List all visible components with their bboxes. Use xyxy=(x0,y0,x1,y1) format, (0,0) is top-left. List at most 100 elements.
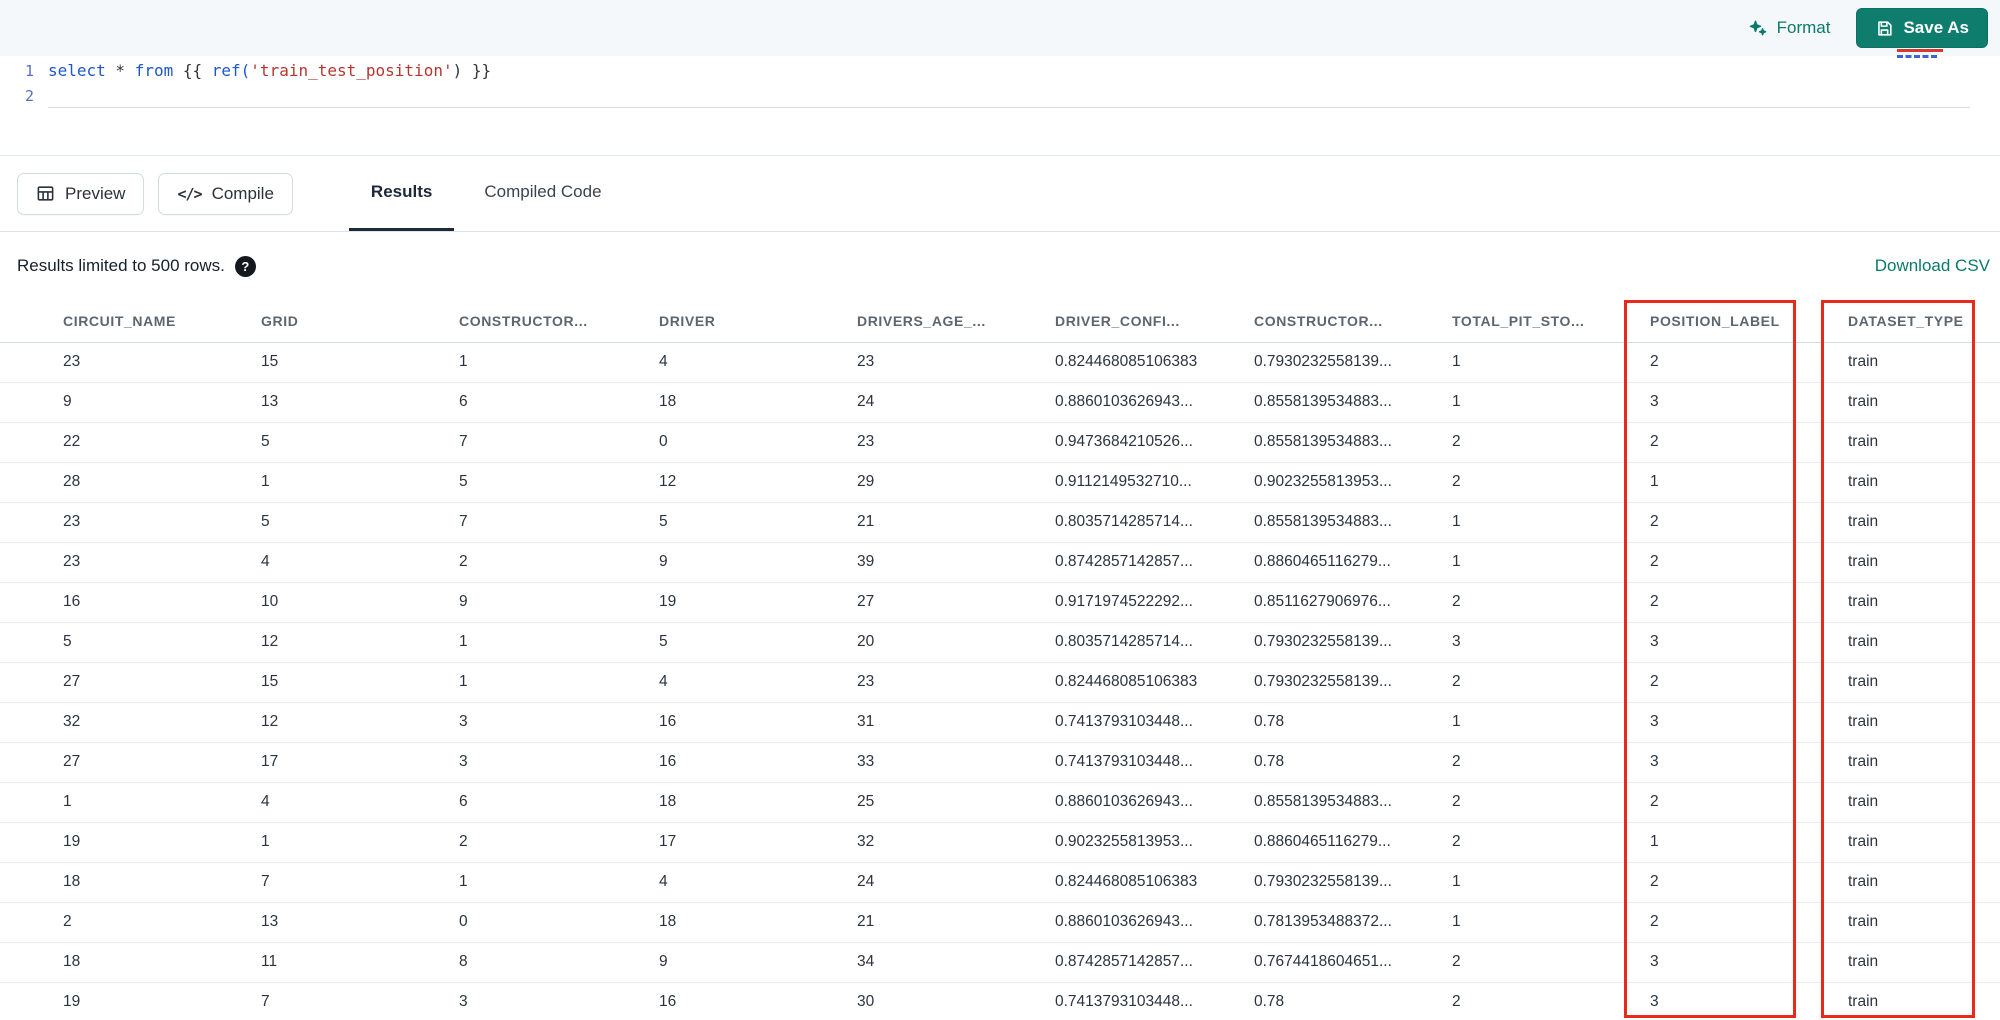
help-icon[interactable]: ? xyxy=(234,255,256,277)
code-line-1[interactable]: 1 select * from {{ ref('train_test_posit… xyxy=(0,58,2000,83)
line-number-2: 2 xyxy=(24,86,34,105)
table-cell: 1 xyxy=(261,822,459,863)
table-cell: 3 xyxy=(1650,622,1848,663)
table-header-row: CIRCUIT_NAME GRID CONSTRUCTOR... DRIVER DRIV… xyxy=(0,300,2000,343)
download-csv-link[interactable]: Download CSV xyxy=(1875,256,1990,276)
table-cell: 2 xyxy=(0,902,261,943)
table-cell: 2 xyxy=(1452,662,1650,703)
table-cell: 7 xyxy=(459,422,659,463)
table-cell: 10 xyxy=(261,582,459,623)
table-cell: 18 xyxy=(0,942,261,983)
code-token: * xyxy=(105,61,135,80)
table-cell: 8 xyxy=(459,942,659,983)
table-cell: 3 xyxy=(459,702,659,743)
tab-results[interactable]: Results xyxy=(348,156,455,231)
table-cell: 19 xyxy=(659,582,857,623)
table-cell: 9 xyxy=(459,582,659,623)
table-cell: 0.8742857142857... xyxy=(1055,942,1254,983)
table-cell: 3 xyxy=(1452,622,1650,663)
table-cell: 2 xyxy=(459,542,659,583)
column-header: GRID xyxy=(261,300,459,343)
table-cell: 3 xyxy=(1650,942,1848,983)
table-cell: 27 xyxy=(857,582,1055,623)
table-cell: 4 xyxy=(659,662,857,703)
table-cell: 16 xyxy=(659,742,857,783)
table-cell: 5 xyxy=(659,502,857,543)
table-cell: 2 xyxy=(1650,902,1848,943)
format-button[interactable]: Format xyxy=(1748,18,1831,38)
table-cell: 12 xyxy=(659,462,857,503)
column-header: DRIVER xyxy=(659,300,857,343)
table-cell: 13 xyxy=(261,902,459,943)
table-cell: 2 xyxy=(1452,982,1650,1020)
table-cell: 3 xyxy=(1650,742,1848,783)
table-cell: 16 xyxy=(659,982,857,1020)
code-token: {{ xyxy=(173,61,212,80)
save-icon xyxy=(1875,19,1894,38)
table-cell: 24 xyxy=(857,382,1055,423)
action-buttons: Preview </> Compile xyxy=(17,156,293,231)
code-line-2-content[interactable] xyxy=(48,83,1970,108)
table-cell: 0.8035714285714... xyxy=(1055,502,1254,543)
table-cell: 15 xyxy=(261,662,459,703)
table-cell: 4 xyxy=(659,342,857,383)
table-cell: 7 xyxy=(261,982,459,1020)
table-cell: train xyxy=(1848,582,2000,623)
table-cell: train xyxy=(1848,502,2000,543)
table-row: 9 13 6 18 24 0.8860103626943... 0.855813953488… xyxy=(0,382,2000,423)
table-cell: 2 xyxy=(1650,782,1848,823)
table-cell: 1 xyxy=(459,862,659,903)
table-cell: 4 xyxy=(261,782,459,823)
table-cell: 0.7413793103448... xyxy=(1055,702,1254,743)
table-cell: 3 xyxy=(459,742,659,783)
table-cell: 2 xyxy=(1650,582,1848,623)
dbt-sql-editor: Format Save As 1 select * from {{ ref('t… xyxy=(0,0,2000,1020)
table-cell: 1 xyxy=(1650,822,1848,863)
sparkles-icon xyxy=(1748,18,1768,38)
table-cell: 0.7930232558139... xyxy=(1254,862,1452,903)
table-cell: 0.8035714285714... xyxy=(1055,622,1254,663)
table-cell: 20 xyxy=(857,622,1055,663)
compile-button[interactable]: </> Compile xyxy=(158,172,293,215)
table-cell: 22 xyxy=(0,422,261,463)
table-cell: train xyxy=(1848,822,2000,863)
table-cell: 6 xyxy=(459,782,659,823)
tab-compiled-code[interactable]: Compiled Code xyxy=(462,156,623,231)
table-cell: 2 xyxy=(1650,862,1848,903)
table-cell: 18 xyxy=(659,902,857,943)
table-cell: 4 xyxy=(659,862,857,903)
sql-code-editor[interactable]: 1 select * from {{ ref('train_test_posit… xyxy=(0,56,2000,156)
column-header: CONSTRUCTOR... xyxy=(1254,300,1452,343)
table-cell: 39 xyxy=(857,542,1055,583)
tabs: Results Compiled Code xyxy=(348,156,624,231)
table-cell: 23 xyxy=(0,502,261,543)
table-cell: train xyxy=(1848,982,2000,1020)
save-as-button[interactable]: Save As xyxy=(1856,8,1988,48)
table-cell: 0.8860465116279... xyxy=(1254,542,1452,583)
table-cell: 16 xyxy=(0,582,261,623)
preview-label: Preview xyxy=(65,183,126,203)
table-cell: 1 xyxy=(1452,862,1650,903)
table-cell: 0.8558139534883... xyxy=(1254,502,1452,543)
table-cell: 1 xyxy=(459,342,659,383)
preview-button[interactable]: Preview xyxy=(17,172,145,215)
table-cell: 2 xyxy=(1650,542,1848,583)
table-cell: train xyxy=(1848,862,2000,903)
table-cell: 0.7930232558139... xyxy=(1254,662,1452,703)
table-cell: 7 xyxy=(459,502,659,543)
table-cell: 0.8860103626943... xyxy=(1055,382,1254,423)
code-line-2[interactable]: 2 xyxy=(0,83,2000,108)
table-row: 1 4 6 18 25 0.8860103626943... 0.8558139534883… xyxy=(0,782,2000,823)
format-label: Format xyxy=(1776,18,1831,37)
table-cell: 0.7413793103448... xyxy=(1055,982,1254,1020)
table-cell: train xyxy=(1848,782,2000,823)
table-cell: 0.7413793103448... xyxy=(1055,742,1254,783)
table-cell: 0.9023255813953... xyxy=(1254,462,1452,503)
top-toolbar: Format Save As xyxy=(0,0,2000,56)
table-cell: 2 xyxy=(1452,742,1650,783)
table-row: 22 5 7 0 23 0.9473684210526... 0.8558139534883… xyxy=(0,422,2000,463)
table-cell: 27 xyxy=(0,662,261,703)
table-cell: 18 xyxy=(0,862,261,903)
results-limit-note: Results limited to 500 rows. xyxy=(17,256,225,275)
table-cell: 1 xyxy=(1650,462,1848,503)
